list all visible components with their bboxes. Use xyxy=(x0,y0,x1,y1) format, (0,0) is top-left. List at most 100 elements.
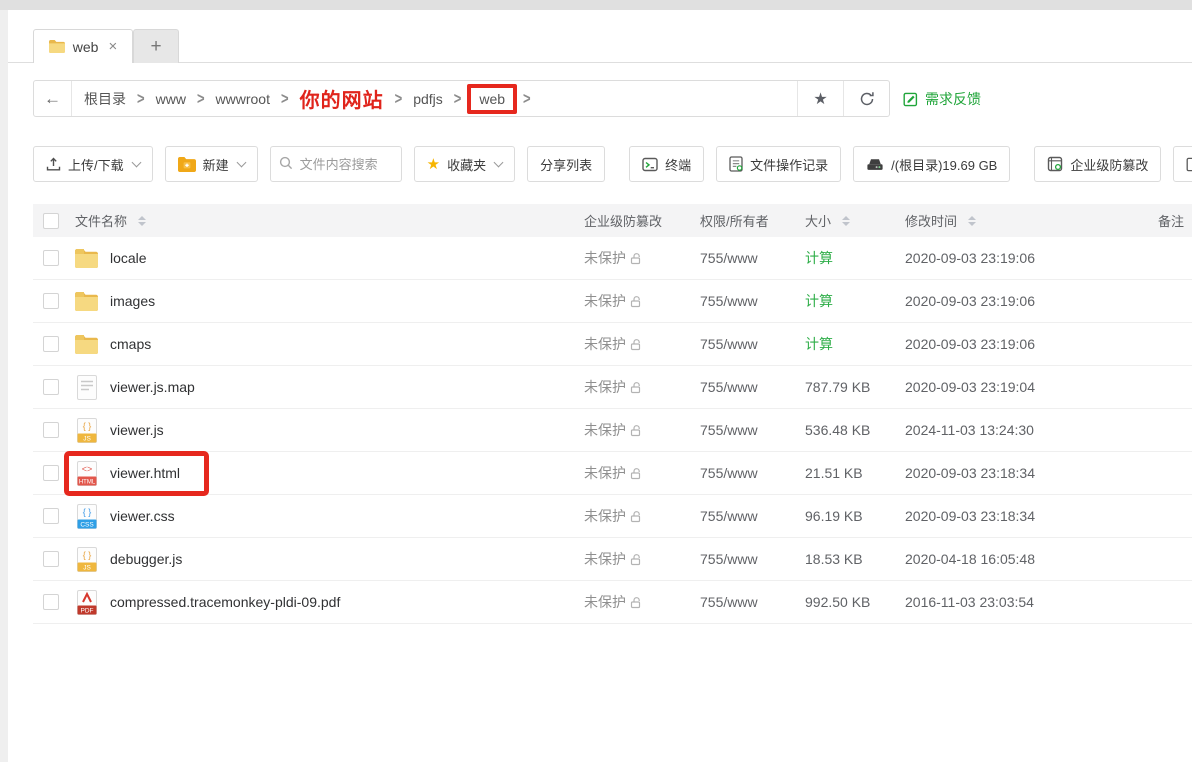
tamper-proof-status[interactable]: 未保护 xyxy=(574,291,692,311)
js-file-icon: { }JS xyxy=(75,418,98,443)
unlock-icon xyxy=(630,510,643,523)
new-tab-button[interactable]: + xyxy=(133,29,179,63)
tamper-proof-status[interactable]: 未保护 xyxy=(574,506,692,526)
row-checkbox[interactable] xyxy=(43,293,59,309)
refresh-button[interactable] xyxy=(843,81,889,116)
file-size: 21.51 KB xyxy=(805,465,863,481)
file-name[interactable]: locale xyxy=(110,250,147,266)
calc-size-link[interactable]: 计算 xyxy=(805,291,833,311)
close-tab-icon[interactable]: × xyxy=(108,38,117,55)
sort-icon[interactable] xyxy=(138,216,146,226)
breadcrumb-item[interactable]: 你的网站 xyxy=(300,84,384,113)
table-row[interactable]: { }CSSviewer.css未保护755/www96.19 KB2020-0… xyxy=(33,495,1192,538)
tamper-proof-button[interactable]: 企业级防篡改 xyxy=(1034,146,1161,182)
file-name[interactable]: cmaps xyxy=(110,336,151,352)
breadcrumb-item[interactable]: www xyxy=(156,91,186,107)
row-checkbox[interactable] xyxy=(43,594,59,610)
svg-text:<>: <> xyxy=(81,464,92,474)
svg-text:{ }: { } xyxy=(82,550,91,560)
disk-usage-button[interactable]: /(根目录)19.69 GB xyxy=(853,146,1010,182)
sort-icon[interactable] xyxy=(842,216,850,226)
tab-label: web xyxy=(73,39,99,55)
permission-owner: 755/www xyxy=(692,422,797,438)
file-name[interactable]: debugger.js xyxy=(110,551,182,567)
breadcrumb-item[interactable]: 根目录 xyxy=(84,89,126,109)
table-row[interactable]: { }JSdebugger.js未保护755/www18.53 KB2020-0… xyxy=(33,538,1192,581)
protect-label: 未保护 xyxy=(584,248,626,268)
file-log-button[interactable]: 文件操作记录 xyxy=(716,146,841,182)
protect-label: 未保护 xyxy=(584,549,626,569)
table-row[interactable]: PDF compressed.tracemonkey-pldi-09.pdf 未保护… xyxy=(33,581,1192,624)
calc-size-link[interactable]: 计算 xyxy=(805,334,833,354)
red-annotation-box: web xyxy=(467,84,517,114)
star-icon: ★ xyxy=(427,155,440,173)
js-file-icon: { }JS xyxy=(75,547,98,572)
row-checkbox[interactable] xyxy=(43,250,59,266)
refresh-icon xyxy=(859,91,875,107)
modified-time: 2020-09-03 23:19:06 xyxy=(897,250,1142,266)
back-arrow-icon: ← xyxy=(44,89,61,109)
sort-icon[interactable] xyxy=(968,216,976,226)
permission-owner: 755/www xyxy=(692,551,797,567)
plus-icon: + xyxy=(150,36,161,58)
svg-text:CSS: CSS xyxy=(80,521,94,528)
chevron-down-icon xyxy=(494,157,504,167)
calc-size-link[interactable]: 计算 xyxy=(805,248,833,268)
tamper-proof-status[interactable]: 未保护 xyxy=(574,549,692,569)
file-name[interactable]: viewer.js.map xyxy=(110,379,195,395)
content-search xyxy=(270,146,402,182)
tamper-proof-status[interactable]: 未保护 xyxy=(574,420,692,440)
new-folder-icon xyxy=(178,157,196,172)
share-list-button[interactable]: 分享列表 xyxy=(527,146,605,182)
tamper-proof-status[interactable]: 未保护 xyxy=(574,463,692,483)
file-name[interactable]: viewer.css xyxy=(110,508,175,524)
table-row[interactable]: locale未保护755/www计算2020-09-03 23:19:06 xyxy=(33,237,1192,280)
tamper-proof-status[interactable]: 未保护 xyxy=(574,592,692,612)
breadcrumb-item[interactable]: pdfjs xyxy=(413,91,443,107)
new-button[interactable]: 新建 xyxy=(165,146,258,182)
table-row[interactable]: images未保护755/www计算2020-09-03 23:19:06 xyxy=(33,280,1192,323)
table-row[interactable]: <>HTMLviewer.html未保护755/www21.51 KB2020-… xyxy=(33,452,1192,495)
file-name-group: cmaps xyxy=(75,335,151,354)
row-checkbox[interactable] xyxy=(43,465,59,481)
terminal-icon xyxy=(642,157,658,172)
upload-download-button[interactable]: 上传/下载 xyxy=(33,146,153,182)
red-annotation-box: <>HTML viewer.html xyxy=(64,451,209,496)
file-name[interactable]: compressed.tracemonkey-pldi-09.pdf xyxy=(110,594,340,610)
permission-owner: 755/www xyxy=(692,594,797,610)
breadcrumb: 根目录>www>wwwroot>你的网站>pdfjs>web> xyxy=(72,81,797,116)
select-all-checkbox[interactable] xyxy=(43,213,59,229)
file-name[interactable]: viewer.js xyxy=(110,422,164,438)
breadcrumb-item[interactable]: wwwroot xyxy=(216,91,270,107)
row-checkbox[interactable] xyxy=(43,422,59,438)
tamper-proof-status[interactable]: 未保护 xyxy=(574,377,692,397)
row-checkbox[interactable] xyxy=(43,508,59,524)
unlock-icon xyxy=(630,596,643,609)
back-button[interactable]: ← xyxy=(34,81,72,116)
row-checkbox[interactable] xyxy=(43,379,59,395)
row-checkbox[interactable] xyxy=(43,551,59,567)
tamper-proof-status[interactable]: 未保护 xyxy=(574,334,692,354)
feedback-link[interactable]: 需求反馈 xyxy=(903,89,981,109)
protect-label: 未保护 xyxy=(584,506,626,526)
favorite-path-button[interactable]: ★ xyxy=(797,81,843,116)
table-row[interactable]: { }JSviewer.js未保护755/www536.48 KB2024-11… xyxy=(33,409,1192,452)
breadcrumb-item[interactable]: web xyxy=(479,91,505,107)
table-row[interactable]: cmaps未保护755/www计算2020-09-03 23:19:06 xyxy=(33,323,1192,366)
header-modified-time[interactable]: 修改时间 xyxy=(905,211,957,230)
file-name-group: { }JS viewer.js xyxy=(75,418,164,443)
header-size[interactable]: 大小 xyxy=(805,211,831,230)
table-row[interactable]: viewer.js.map未保护755/www787.79 KB2020-09-… xyxy=(33,366,1192,409)
tamper-proof-status[interactable]: 未保护 xyxy=(574,248,692,268)
pdf-file-icon: PDF xyxy=(75,590,98,615)
header-file-name[interactable]: 文件名称 xyxy=(75,211,127,230)
file-sync-button[interactable]: 文件同步 xyxy=(1173,146,1192,182)
file-name[interactable]: viewer.html xyxy=(110,465,180,481)
file-name[interactable]: images xyxy=(110,293,155,309)
terminal-button[interactable]: 终端 xyxy=(629,146,704,182)
tab-web[interactable]: web × xyxy=(33,29,133,63)
file-size: 992.50 KB xyxy=(805,594,870,610)
html-file-icon: <>HTML xyxy=(75,461,98,486)
row-checkbox[interactable] xyxy=(43,336,59,352)
favorites-button[interactable]: ★ 收藏夹 xyxy=(414,146,515,182)
